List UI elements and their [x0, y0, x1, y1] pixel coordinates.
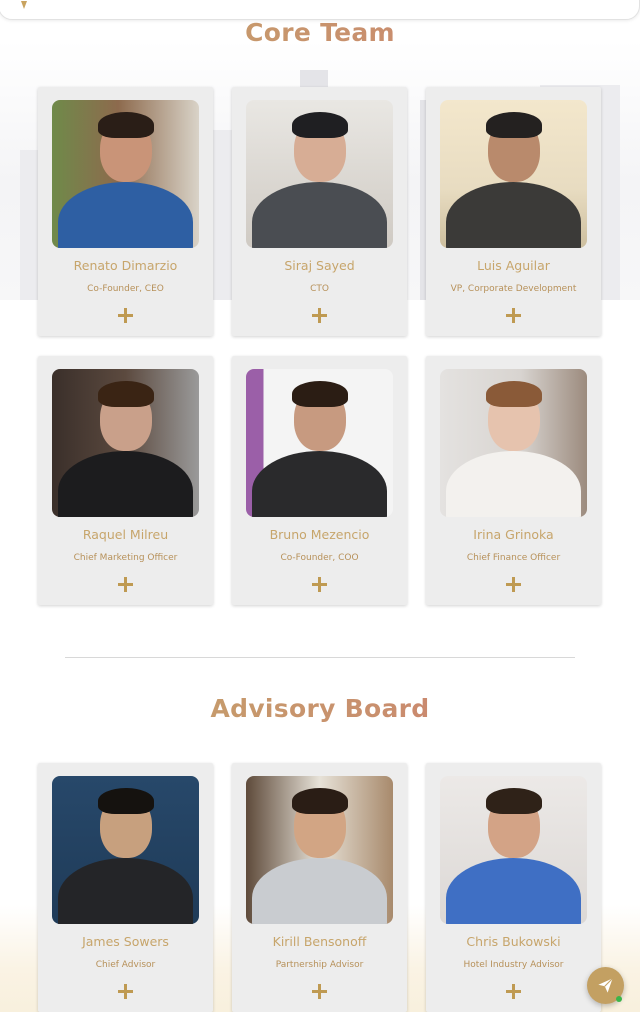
- plus-icon[interactable]: [117, 983, 134, 1000]
- member-name: Luis Aguilar: [477, 258, 550, 273]
- team-card[interactable]: Siraj Sayed CTO: [232, 87, 407, 336]
- advisor-photo: [246, 776, 393, 924]
- member-role: Chief Marketing Officer: [73, 553, 178, 563]
- plus-icon[interactable]: [311, 307, 328, 324]
- advisory-board-title: Advisory Board: [0, 694, 640, 723]
- core-team-title: Core Team: [0, 18, 640, 47]
- member-role: Co-Founder, COO: [280, 553, 359, 563]
- team-member-photo: [52, 369, 199, 517]
- team-card[interactable]: Renato Dimarzio Co-Founder, CEO: [38, 87, 213, 336]
- member-name: Bruno Mezencio: [269, 527, 370, 542]
- plus-icon[interactable]: [505, 307, 522, 324]
- online-status-dot: [616, 996, 622, 1002]
- team-card[interactable]: Bruno Mezencio Co-Founder, COO: [232, 356, 407, 605]
- member-name: Irina Grinoka: [473, 527, 554, 542]
- member-role: Chief Finance Officer: [466, 553, 561, 563]
- team-member-photo: [246, 369, 393, 517]
- logo-icon[interactable]: [21, 1, 27, 9]
- member-name: Raquel Milreu: [82, 527, 169, 542]
- advisor-photo: [52, 776, 199, 924]
- advisor-role: Partnership Advisor: [275, 960, 364, 970]
- plus-icon[interactable]: [117, 576, 134, 593]
- chat-button[interactable]: [587, 967, 624, 1004]
- member-name: Siraj Sayed: [284, 258, 355, 273]
- plus-icon[interactable]: [117, 307, 134, 324]
- member-role: VP, Corporate Development: [450, 284, 577, 294]
- advisor-name: Kirill Bensonoff: [272, 934, 367, 949]
- team-card[interactable]: Irina Grinoka Chief Finance Officer: [426, 356, 601, 605]
- member-role: CTO: [310, 284, 329, 294]
- advisor-card[interactable]: James Sowers Chief Advisor: [38, 763, 213, 1012]
- top-navigation-bar[interactable]: [0, 0, 640, 20]
- advisor-role: Chief Advisor: [95, 960, 156, 970]
- team-card[interactable]: Luis Aguilar VP, Corporate Development: [426, 87, 601, 336]
- member-role: Co-Founder, CEO: [87, 284, 164, 294]
- member-name: Renato Dimarzio: [73, 258, 178, 273]
- advisor-card[interactable]: Kirill Bensonoff Partnership Advisor: [232, 763, 407, 1012]
- team-member-photo: [246, 100, 393, 248]
- team-member-photo: [52, 100, 199, 248]
- advisor-role: Hotel Industry Advisor: [463, 960, 564, 970]
- team-card[interactable]: Raquel Milreu Chief Marketing Officer: [38, 356, 213, 605]
- team-member-photo: [440, 369, 587, 517]
- advisor-name: James Sowers: [82, 934, 169, 949]
- advisor-name: Chris Bukowski: [466, 934, 561, 949]
- section-divider: [65, 657, 575, 658]
- team-member-photo: [440, 100, 587, 248]
- plus-icon[interactable]: [311, 576, 328, 593]
- plus-icon[interactable]: [505, 576, 522, 593]
- plus-icon[interactable]: [505, 983, 522, 1000]
- plus-icon[interactable]: [311, 983, 328, 1000]
- advisor-photo: [440, 776, 587, 924]
- advisor-card[interactable]: Chris Bukowski Hotel Industry Advisor: [426, 763, 601, 1012]
- send-icon: [598, 978, 613, 993]
